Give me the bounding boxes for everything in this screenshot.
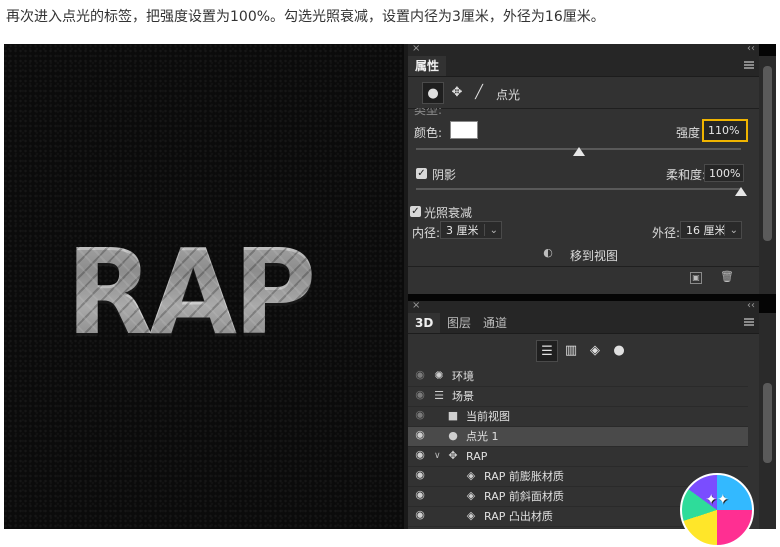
softness-label: 柔和度:: [666, 168, 707, 182]
properties-tabbar: 属性: [408, 56, 759, 77]
scrollbar-thumb[interactable]: [763, 383, 772, 463]
tab-3d[interactable]: 3D: [408, 313, 441, 333]
watermark-logo: ✦✦: [680, 473, 754, 547]
row-label: 点光 1: [466, 430, 499, 443]
row-label: RAP: [466, 450, 488, 463]
scrollbar-thumb[interactable]: [763, 66, 772, 241]
material-icon: ◈: [466, 489, 476, 502]
scene-icon: ☰: [434, 389, 444, 402]
scene-filter-icon[interactable]: ☰: [536, 340, 558, 362]
inner-radius-label: 内径:: [412, 226, 441, 240]
properties-panel: × ‹‹ 属性 ● ✥ ╱ 点光 类型: 颜色: 强度 110% ✓ 阴影 柔和…: [408, 43, 759, 294]
instruction-text: 再次进入点光的标签，把强度设置为100%。勾选光照衰减，设置内径为3厘米，外径为…: [6, 9, 605, 25]
list-item-selected[interactable]: ◉ ● 点光 1: [408, 427, 748, 447]
material-filter-icon[interactable]: ◈: [584, 340, 606, 362]
list-item[interactable]: ◉ ■ 当前视图: [408, 407, 748, 427]
list-item[interactable]: ◉ ✺ 环境: [408, 367, 748, 387]
softness-slider-knob[interactable]: [735, 187, 747, 196]
camera-icon: ■: [447, 409, 459, 422]
tab-properties[interactable]: 属性: [408, 56, 447, 76]
list-item[interactable]: ◉ ∨ ✥ RAP: [408, 447, 748, 467]
light-bulb-icon: ●: [448, 429, 458, 442]
photoshop-window: RAP × ‹‹ 属性 ● ✥ ╱ 点光 类型: 颜色: 强度 110% ✓ 阴…: [4, 43, 776, 547]
3d-panel-scrollbar[interactable]: [759, 313, 776, 529]
3d-panel-tabbar: 3D 图层 通道: [408, 313, 759, 334]
row-label: 场景: [452, 390, 474, 403]
list-item[interactable]: ◉ ☰ 场景: [408, 387, 748, 407]
shadow-label: 阴影: [432, 168, 457, 182]
panel-menu-icon[interactable]: [744, 318, 754, 326]
row-label: RAP 凸出材质: [484, 510, 553, 523]
intensity-slider-knob[interactable]: [572, 147, 585, 156]
intensity-label: 强度: [676, 126, 701, 140]
eye-icon[interactable]: ◉: [414, 369, 426, 381]
row-label: RAP 前膨胀材质: [484, 470, 564, 483]
close-icon[interactable]: ×: [412, 43, 420, 54]
collapse-icon[interactable]: ‹‹: [747, 300, 755, 311]
material-icon: ◈: [466, 509, 476, 522]
divider: [408, 266, 759, 267]
document-canvas[interactable]: RAP: [4, 44, 404, 529]
eye-icon[interactable]: ◉: [414, 489, 426, 501]
mesh-filter-icon[interactable]: ▥: [560, 340, 582, 362]
outer-radius-value: 16 厘米: [686, 224, 726, 237]
mesh-icon: ✥: [448, 449, 458, 462]
divider: [408, 108, 759, 109]
light-bulb-icon[interactable]: ●: [422, 82, 444, 104]
rap-3d-text: RAP: [66, 222, 316, 362]
row-label: 当前视图: [466, 410, 510, 423]
eye-icon[interactable]: ◉: [414, 389, 426, 401]
collapse-icon[interactable]: ‹‹: [747, 43, 755, 54]
3d-panel-titlebar: × ‹‹: [408, 300, 759, 313]
render-icon[interactable]: ▣: [690, 272, 702, 284]
chevron-down-icon: ⌄: [729, 225, 738, 236]
outer-radius-label: 外径:: [652, 226, 681, 240]
color-label: 颜色:: [414, 126, 443, 140]
intensity-field[interactable]: 110%: [702, 119, 748, 142]
inner-radius-value: 3 厘米: [446, 224, 479, 237]
move-to-view-icon[interactable]: ◐: [541, 246, 555, 260]
environment-icon: ✺: [434, 369, 444, 382]
type-label: 类型:: [414, 108, 443, 116]
tab-layers[interactable]: 图层: [440, 313, 478, 333]
shadow-checkbox[interactable]: ✓: [416, 168, 427, 179]
mode-label: 点光: [496, 88, 521, 102]
tab-channels[interactable]: 通道: [476, 313, 514, 333]
material-icon: ◈: [466, 469, 476, 482]
falloff-checkbox[interactable]: ✓: [410, 206, 421, 217]
eye-icon[interactable]: ◉: [414, 509, 426, 521]
light-filter-icon[interactable]: ●: [608, 340, 630, 362]
row-label: 环境: [452, 370, 474, 383]
eye-icon[interactable]: ◉: [414, 449, 426, 461]
panel-menu-icon[interactable]: [744, 61, 754, 69]
move-to-view-button[interactable]: 移到视图: [570, 247, 618, 264]
outer-radius-dropdown[interactable]: 16 厘米 ⌄: [680, 221, 742, 239]
close-icon[interactable]: ×: [412, 300, 420, 311]
watermark-logo-art: ✦✦: [705, 492, 729, 508]
brush-icon[interactable]: ╱: [468, 82, 490, 104]
softness-slider-track[interactable]: [416, 188, 741, 190]
chevron-down-icon[interactable]: ∨: [434, 447, 441, 466]
coordinates-icon[interactable]: ✥: [446, 82, 468, 104]
softness-field[interactable]: 100%: [704, 164, 744, 182]
light-color-swatch[interactable]: [450, 121, 478, 139]
chevron-down-icon: ⌄: [489, 225, 498, 236]
eye-icon[interactable]: ◉: [414, 429, 426, 441]
dropdown-separator: [724, 224, 725, 236]
properties-titlebar: × ‹‹: [408, 43, 759, 56]
eye-icon[interactable]: ◉: [414, 409, 426, 421]
falloff-label: 光照衰减: [424, 206, 473, 220]
inner-radius-dropdown[interactable]: 3 厘米 ⌄: [440, 221, 502, 239]
dropdown-separator: [484, 224, 485, 236]
trash-icon[interactable]: 🗑: [720, 270, 734, 284]
row-label: RAP 前斜面材质: [484, 490, 564, 503]
properties-scrollbar[interactable]: [759, 56, 776, 294]
eye-icon[interactable]: ◉: [414, 469, 426, 481]
